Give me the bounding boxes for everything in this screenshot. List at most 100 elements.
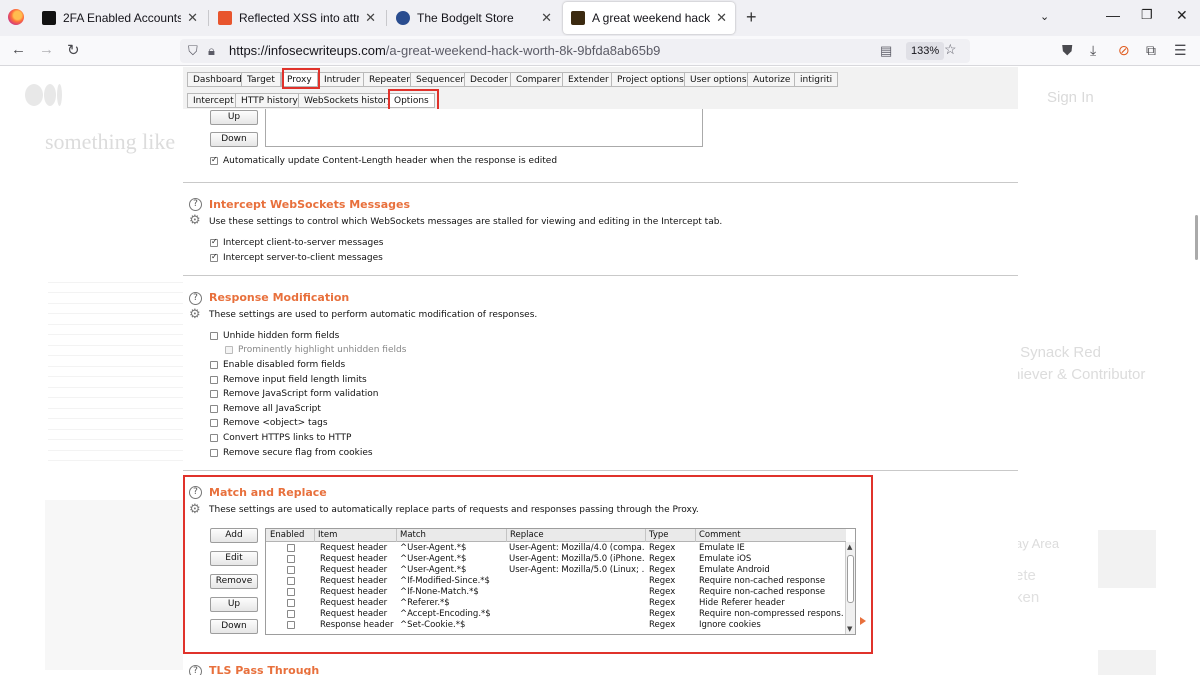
shield-icon[interactable]: ⛉ — [188, 43, 198, 59]
rule-enabled-checkbox[interactable] — [287, 588, 295, 596]
gear-icon[interactable]: ⚙ — [189, 308, 201, 321]
firefox-menu-icon[interactable] — [8, 9, 24, 25]
minimize-icon[interactable]: — — [1106, 7, 1120, 23]
table-row[interactable]: Request header ^User-Agent.*$ User-Agent… — [266, 565, 846, 576]
zoom-level-badge[interactable]: 133% — [906, 42, 945, 60]
tab-decoder[interactable]: Decoder — [464, 72, 514, 87]
unhide-hidden-fields-checkbox[interactable] — [210, 332, 218, 340]
intercept-client-to-server-checkbox[interactable] — [210, 237, 218, 247]
gear-icon[interactable]: ⚙ — [189, 503, 201, 516]
close-tab-icon[interactable]: ✕ — [541, 10, 552, 26]
new-tab-plus-icon[interactable]: + — [746, 7, 757, 28]
table-row[interactable]: Request header ^If-None-Match.*$ Regex R… — [266, 587, 846, 598]
back-arrow-icon[interactable]: ← — [11, 41, 26, 58]
convert-https-checkbox[interactable] — [210, 434, 218, 442]
subtab-intercept[interactable]: Intercept — [187, 93, 240, 108]
forward-arrow-icon[interactable]: → — [39, 41, 54, 58]
tab-intigriti[interactable]: intigriti — [794, 72, 839, 87]
highlight-unhidden-checkbox[interactable] — [225, 346, 233, 354]
subtab-websockets-history[interactable]: WebSockets history — [298, 93, 399, 108]
subtab-http-history[interactable]: HTTP history — [235, 93, 304, 108]
table-row[interactable]: Request header ^Referer.*$ Regex Hide Re… — [266, 598, 846, 609]
close-tab-icon[interactable]: ✕ — [365, 10, 376, 26]
gear-icon[interactable]: ⚙ — [189, 214, 201, 227]
col-enabled[interactable]: Enabled — [270, 530, 304, 540]
move-rule-up-button[interactable]: Up — [210, 597, 258, 612]
tab-extender[interactable]: Extender — [562, 72, 615, 87]
lock-icon[interactable]: 🔒︎ — [208, 43, 215, 59]
table-vertical-scrollbar[interactable]: ▲ ▼ — [845, 542, 855, 634]
remove-rule-button[interactable]: Remove — [210, 574, 258, 589]
app-menu-icon[interactable]: ☰ — [1174, 42, 1187, 59]
tab-sequencer[interactable]: Sequencer — [410, 72, 471, 87]
table-row[interactable]: Request header ^Accept-Encoding.*$ Regex… — [266, 609, 846, 620]
browser-tab-1[interactable]: 2FA Enabled Accounts Can Bypass ✕ — [34, 2, 206, 34]
remove-secure-flag-checkbox[interactable] — [210, 449, 218, 457]
tab-dashboard[interactable]: Dashboard — [187, 72, 248, 87]
close-tab-icon[interactable]: ✕ — [716, 10, 727, 26]
remove-object-tags-checkbox[interactable] — [210, 419, 218, 427]
url-bar[interactable]: ⛉ 🔒︎ https://infosecwriteups.com/a-great… — [180, 39, 970, 63]
downloads-icon[interactable]: ⤓ — [1090, 42, 1096, 59]
table-row[interactable]: Request header ^User-Agent.*$ User-Agent… — [266, 543, 846, 554]
up-button[interactable]: Up — [210, 110, 258, 125]
edit-rule-button[interactable]: Edit — [210, 551, 258, 566]
expand-arrow-icon[interactable] — [860, 617, 866, 625]
tab-intruder[interactable]: Intruder — [318, 72, 367, 87]
down-button[interactable]: Down — [210, 132, 258, 147]
rule-enabled-checkbox[interactable] — [287, 610, 295, 618]
list-all-tabs-chevron-icon[interactable]: ⌄ — [1040, 10, 1049, 23]
pocket-icon[interactable]: ⛊ — [1062, 42, 1073, 59]
col-replace[interactable]: Replace — [510, 530, 544, 540]
auto-update-content-length-checkbox[interactable] — [210, 155, 218, 165]
restore-icon[interactable]: ❐ — [1141, 7, 1153, 23]
tab-repeater[interactable]: Repeater — [363, 72, 416, 87]
reader-view-icon[interactable]: ▤ — [880, 43, 892, 59]
help-icon[interactable]: ? — [189, 486, 202, 499]
table-row[interactable]: Response header ^Set-Cookie.*$ Regex Ign… — [266, 620, 846, 631]
tab-autorize[interactable]: Autorize — [747, 72, 797, 87]
help-icon[interactable]: ? — [189, 665, 202, 675]
table-row[interactable]: Request header ^If-Modified-Since.*$ Reg… — [266, 576, 846, 587]
scroll-up-arrow-icon[interactable]: ▲ — [847, 543, 852, 551]
close-tab-icon[interactable]: ✕ — [187, 10, 198, 26]
bookmark-star-icon[interactable]: ☆ — [944, 41, 957, 58]
col-type[interactable]: Type — [649, 530, 669, 540]
extension-icon[interactable]: ⊘ — [1118, 42, 1130, 59]
tab-comparer[interactable]: Comparer — [510, 72, 567, 87]
help-icon[interactable]: ? — [189, 292, 202, 305]
intercept-server-to-client-checkbox[interactable] — [210, 252, 218, 262]
browser-tab-4-active[interactable]: A great weekend hack(worth $8 ✕ — [563, 2, 735, 34]
rule-enabled-checkbox[interactable] — [287, 566, 295, 574]
sign-in-link[interactable]: Sign In — [1047, 89, 1094, 106]
page-scrollbar[interactable] — [1195, 215, 1198, 260]
rule-match: ^Referer.*$ — [400, 598, 450, 608]
remove-js-validation-checkbox[interactable] — [210, 390, 218, 398]
tab-target[interactable]: Target — [241, 72, 281, 87]
help-icon[interactable]: ? — [189, 198, 202, 211]
add-rule-button[interactable]: Add — [210, 528, 258, 543]
scroll-down-arrow-icon[interactable]: ▼ — [847, 625, 852, 633]
move-rule-down-button[interactable]: Down — [210, 619, 258, 634]
rule-enabled-checkbox[interactable] — [287, 544, 295, 552]
table-row[interactable]: Request header ^User-Agent.*$ User-Agent… — [266, 554, 846, 565]
tab-user-options[interactable]: User options — [684, 72, 753, 87]
browser-tab-3[interactable]: The Bodgelt Store ✕ — [388, 2, 560, 34]
remove-all-js-checkbox[interactable] — [210, 405, 218, 413]
reload-icon[interactable]: ↻ — [67, 41, 80, 59]
scrollbar-thumb[interactable] — [847, 555, 854, 603]
enable-disabled-fields-checkbox[interactable] — [210, 361, 218, 369]
col-comment[interactable]: Comment — [699, 530, 741, 540]
extensions-puzzle-icon[interactable]: ⧉ — [1146, 42, 1156, 59]
rule-enabled-checkbox[interactable] — [287, 621, 295, 629]
browser-tab-2[interactable]: Reflected XSS into attribute with ✕ — [210, 2, 384, 34]
tab-project-options[interactable]: Project options — [611, 72, 690, 87]
col-item[interactable]: Item — [318, 530, 337, 540]
url-text[interactable]: https://infosecwriteups.com/a-great-week… — [229, 43, 660, 58]
close-window-icon[interactable]: ✕ — [1176, 7, 1188, 24]
remove-length-limits-checkbox[interactable] — [210, 376, 218, 384]
rule-enabled-checkbox[interactable] — [287, 577, 295, 585]
rule-enabled-checkbox[interactable] — [287, 555, 295, 563]
col-match[interactable]: Match — [400, 530, 426, 540]
rule-enabled-checkbox[interactable] — [287, 599, 295, 607]
